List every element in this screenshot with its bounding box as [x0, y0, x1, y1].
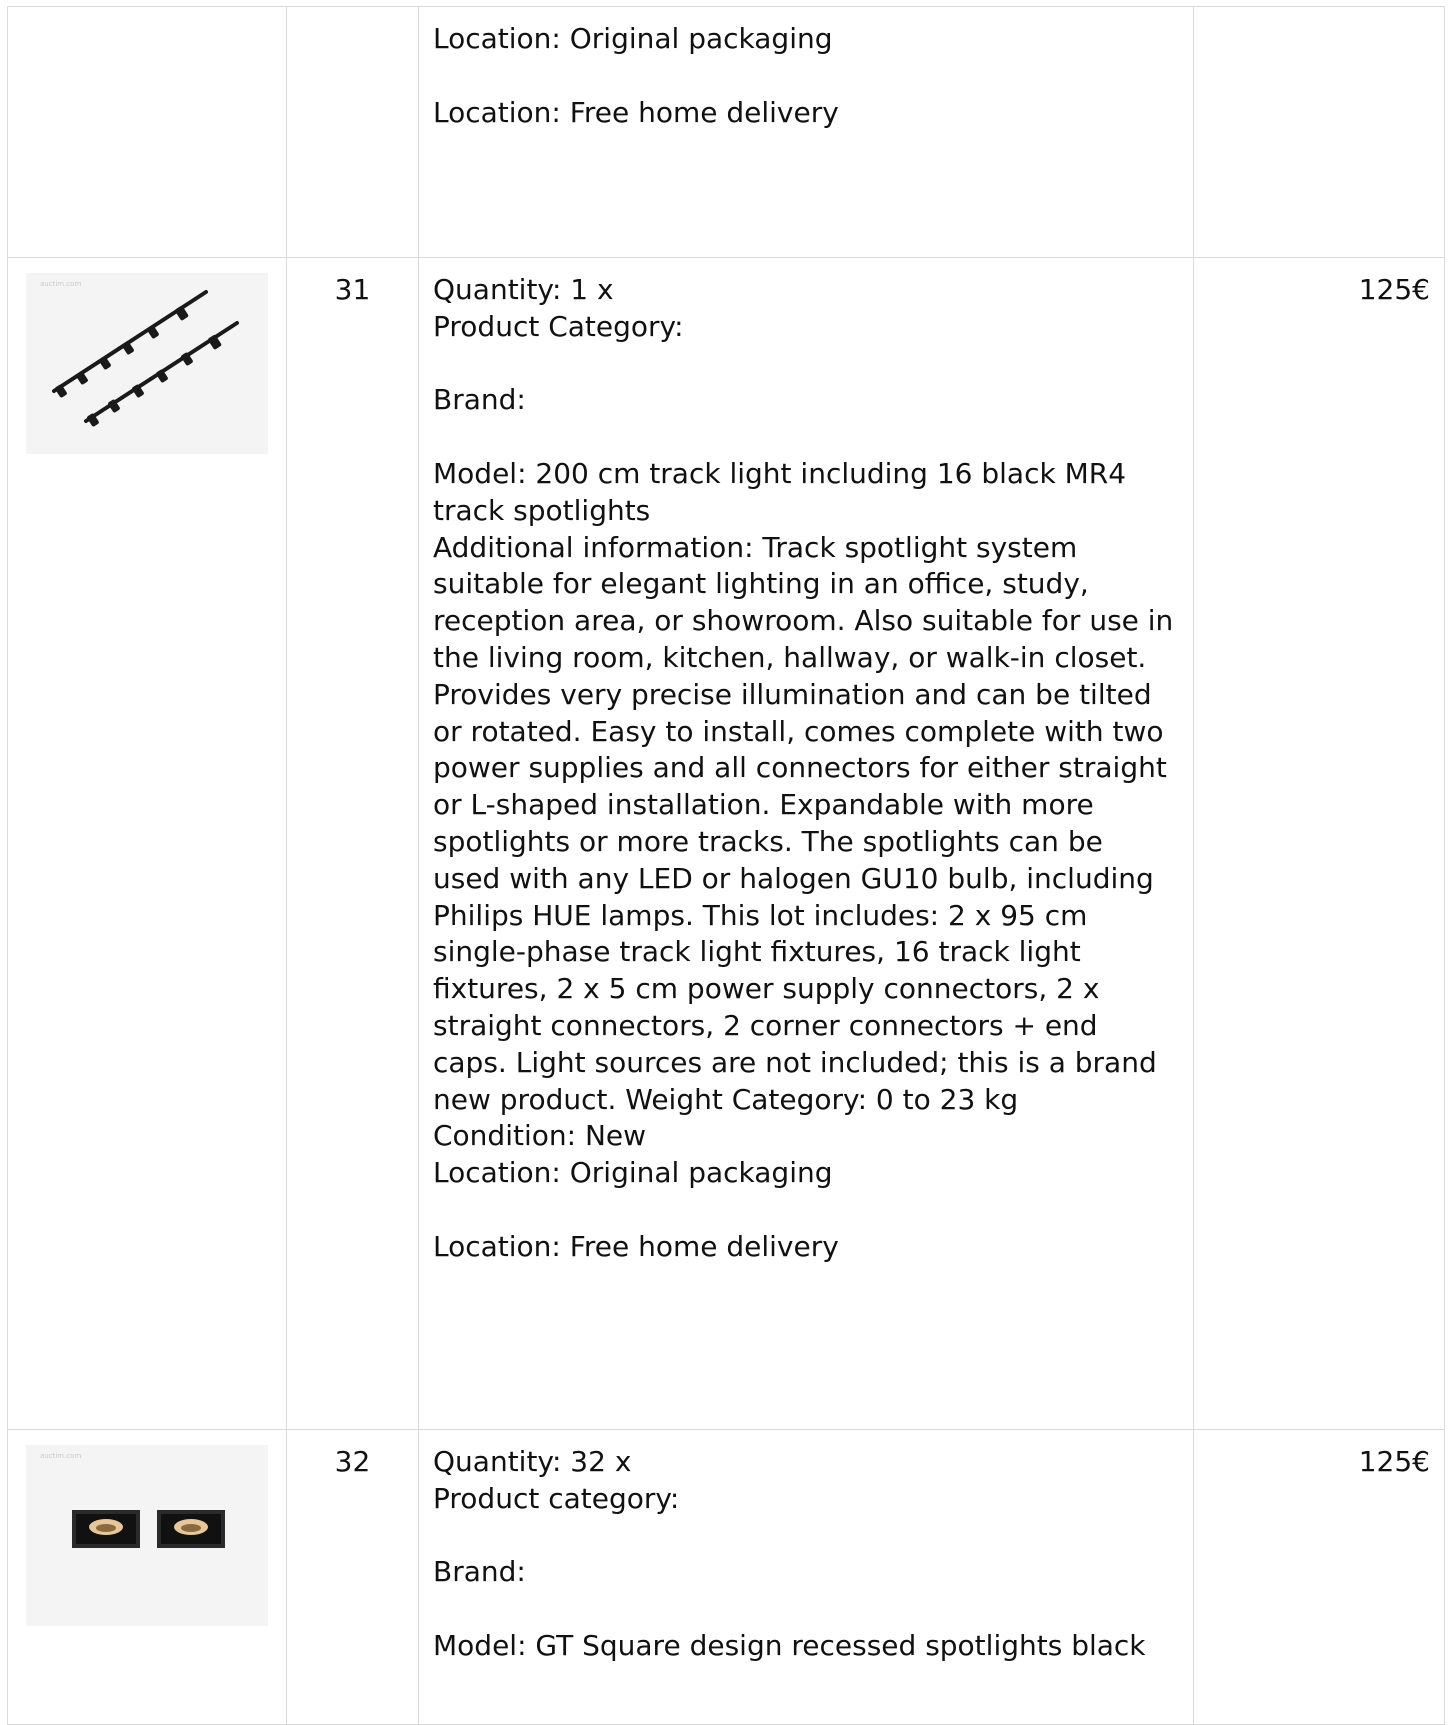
lot-image-cell: [7, 6, 287, 258]
description-line: [433, 1192, 1179, 1229]
lot-price-cell: 125€: [1193, 1429, 1445, 1725]
description-line: Product category:: [433, 1481, 680, 1515]
recessed-spotlight-icon: [72, 1510, 225, 1548]
lot-description-cell: Quantity: 1 x Product Category: Brand: M…: [418, 257, 1194, 1430]
description-line: [433, 1591, 1179, 1628]
description-line: Product Category:: [433, 309, 684, 343]
description-line: Model: 200 cm track light including 16 b…: [433, 456, 1127, 527]
description-line: [433, 346, 1179, 383]
lot-number-cell: 32: [286, 1429, 419, 1725]
track-light-icon: [52, 290, 239, 427]
description-line: Quantity: 1 x: [433, 273, 614, 306]
lot-table: Location: Original packaging Location: F…: [7, 6, 1445, 1725]
lot-image-cell: auctim.com: [7, 257, 287, 1430]
lot-number-cell: [286, 6, 419, 258]
description-line: Brand:: [433, 1555, 526, 1589]
lot-number: 32: [334, 1445, 371, 1478]
lot-description-cell: Location: Original packaging Location: F…: [418, 6, 1194, 258]
description-line: Model: GT Square design recessed spotlig…: [433, 1628, 1146, 1662]
lot-description-cell: Quantity: 32 x Product category: Brand: …: [418, 1429, 1194, 1725]
description-line: [433, 419, 1179, 456]
description-line: [433, 58, 1179, 95]
description-line: Brand:: [433, 383, 526, 417]
lot-price: 125€: [1358, 273, 1430, 306]
lot-price-cell: 125€: [1193, 257, 1445, 1430]
description-line: [433, 1518, 1179, 1555]
lot-number: 31: [334, 273, 371, 306]
table-row: auctim.com 31 Quantity: 1 x Product Cate…: [7, 257, 1445, 1430]
description-line: Additional information: Track spotlight …: [433, 530, 1174, 1116]
description-line: Location: Free home delivery: [433, 95, 839, 129]
table-row: auctim.com 32 Quantity: 32 x Product cat…: [7, 1429, 1445, 1725]
description-line: Location: Free home delivery: [433, 1229, 839, 1263]
table-row: Location: Original packaging Location: F…: [7, 6, 1445, 258]
description-line: Location: Original packaging: [433, 22, 833, 55]
lot-image-cell: auctim.com: [7, 1429, 287, 1725]
description-line: Condition: New: [433, 1119, 647, 1153]
description-line: Quantity: 32 x: [433, 1445, 632, 1478]
lot-price: 125€: [1358, 1445, 1430, 1478]
track-light-image[interactable]: auctim.com: [26, 273, 268, 454]
lot-price-cell: [1193, 6, 1445, 258]
description-line: Location: Original packaging: [433, 1156, 833, 1190]
lot-number-cell: 31: [286, 257, 419, 1430]
recessed-spotlight-image[interactable]: auctim.com: [26, 1445, 268, 1626]
